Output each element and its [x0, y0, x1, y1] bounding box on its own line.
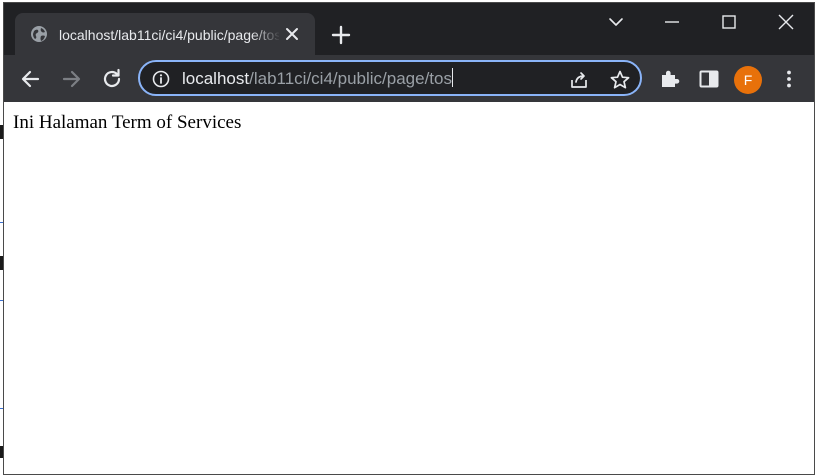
share-icon[interactable] [568, 69, 590, 91]
forward-arrow-icon[interactable] [58, 66, 84, 92]
side-panel-icon[interactable] [696, 66, 722, 92]
minimize-icon[interactable] [660, 10, 684, 34]
browser-window: localhost/lab11ci/ci4/public/page/tos lo… [3, 2, 815, 475]
bookmark-star-icon[interactable] [609, 69, 631, 91]
close-icon[interactable] [285, 27, 299, 41]
tab-active[interactable]: localhost/lab11ci/ci4/public/page/tos [15, 13, 315, 55]
url-host: localhost [182, 69, 250, 88]
reload-icon[interactable] [99, 66, 125, 92]
globe-icon [31, 26, 47, 42]
page-heading: Ini Halaman Term of Services [13, 112, 242, 133]
url-path: /lab11ci/ci4/public/page/tos [249, 69, 452, 88]
more-vert-icon[interactable] [776, 66, 802, 92]
text-caret [451, 68, 453, 87]
close-window-icon[interactable] [774, 10, 798, 34]
maximize-icon[interactable] [717, 10, 741, 34]
extensions-puzzle-icon[interactable] [657, 66, 683, 92]
new-tab-plus-icon[interactable] [330, 24, 352, 46]
url-text[interactable]: localhost/lab11ci/ci4/public/page/tos [182, 68, 453, 90]
tab-title: localhost/lab11ci/ci4/public/page/tos [59, 27, 279, 43]
tab-title-fade [251, 23, 281, 45]
info-icon[interactable] [152, 70, 170, 88]
address-bar[interactable]: localhost/lab11ci/ci4/public/page/tos [138, 60, 642, 96]
profile-initial: F [743, 72, 753, 88]
chevron-down-icon[interactable] [604, 10, 628, 34]
profile-avatar[interactable]: F [734, 66, 762, 94]
tab-strip: localhost/lab11ci/ci4/public/page/tos [4, 3, 814, 55]
back-arrow-icon[interactable] [18, 66, 44, 92]
page-content: Ini Halaman Term of Services [4, 102, 814, 474]
navigation-toolbar: localhost/lab11ci/ci4/public/page/tos F [4, 55, 814, 102]
